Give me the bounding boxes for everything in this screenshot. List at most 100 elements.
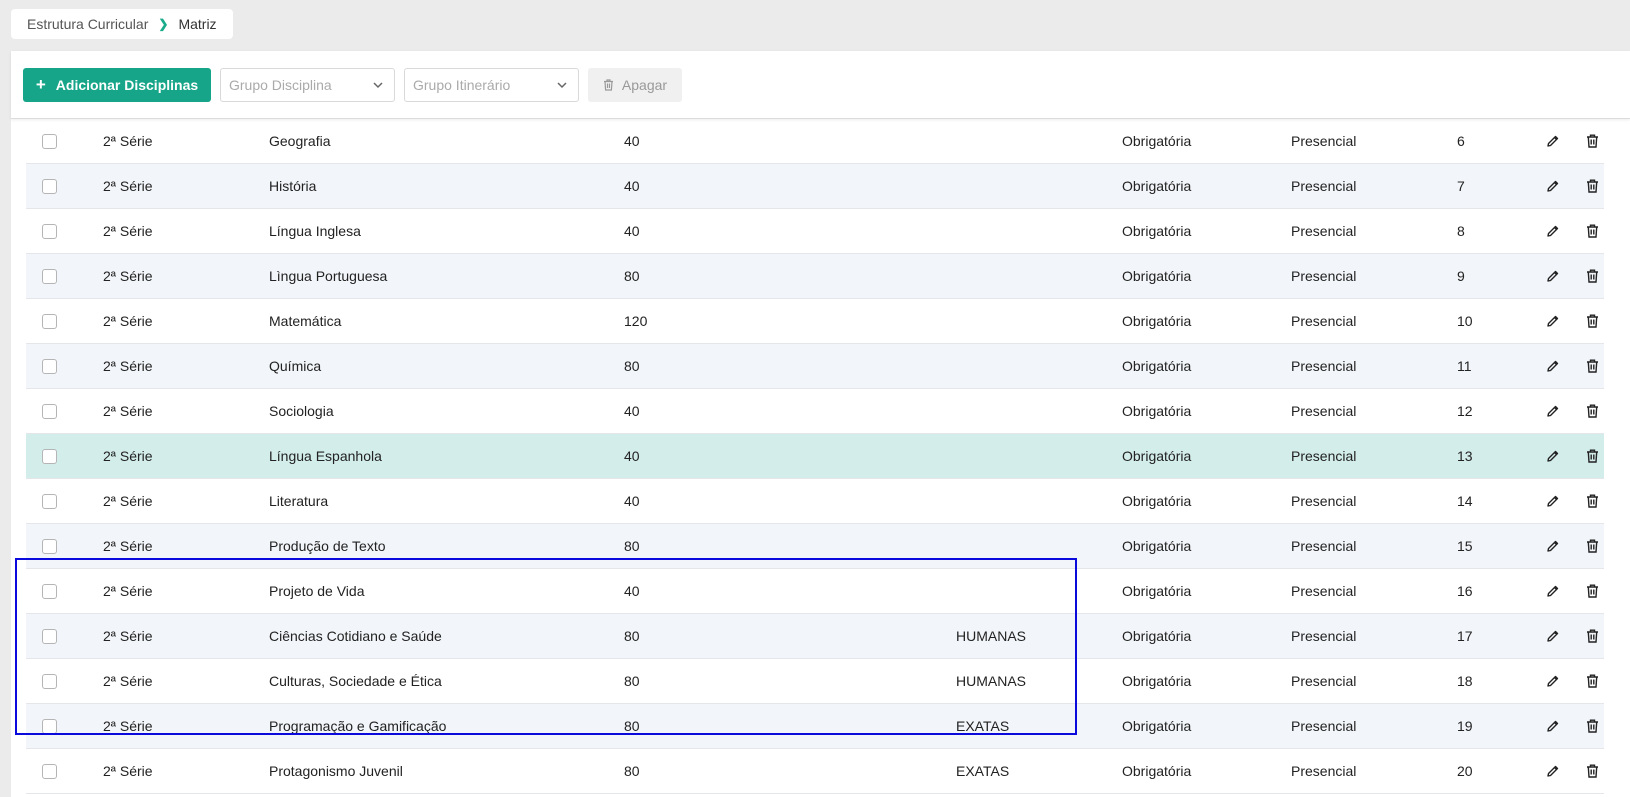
- table-row[interactable]: 2ª Série Geografia 40 Obrigatória Presencial…: [26, 119, 1604, 164]
- trash-icon[interactable]: [1586, 164, 1599, 208]
- modalidade-cell: Presencial: [1291, 628, 1357, 644]
- row-checkbox[interactable]: [42, 704, 58, 748]
- table-row[interactable]: 2ª Série Literatura 40 Obrigatória Presencia…: [26, 479, 1604, 524]
- edit-icon[interactable]: [1546, 164, 1560, 208]
- table-row[interactable]: 2ª Série Língua Inglesa 40 Obrigatória Prese…: [26, 209, 1604, 254]
- carga-horaria-cell: 40: [624, 583, 640, 599]
- ordem-cell: 19: [1457, 718, 1473, 734]
- carga-horaria-cell: 80: [624, 628, 640, 644]
- tipo-cell: Obrigatória: [1122, 358, 1192, 374]
- modalidade-cell: Presencial: [1291, 493, 1357, 509]
- tipo-cell: Obrigatória: [1122, 403, 1192, 419]
- trash-icon[interactable]: [1586, 344, 1599, 388]
- chevron-down-icon: [373, 81, 383, 88]
- breadcrumb-root[interactable]: Estrutura Curricular: [27, 16, 148, 32]
- modalidade-cell: Presencial: [1291, 403, 1357, 419]
- row-checkbox[interactable]: [42, 164, 58, 208]
- table-row[interactable]: 2ª Série Protagonismo Juvenil 80 EXATAS Obri…: [26, 749, 1604, 794]
- edit-icon[interactable]: [1546, 614, 1560, 658]
- trash-icon[interactable]: [1586, 569, 1599, 613]
- grupo-disciplina-placeholder: Grupo Disciplina: [229, 76, 332, 93]
- carga-horaria-cell: 80: [624, 358, 640, 374]
- table-row[interactable]: 2ª Série Produção de Texto 80 Obrigatória Pr…: [26, 524, 1604, 569]
- modalidade-cell: Presencial: [1291, 583, 1357, 599]
- row-checkbox[interactable]: [42, 479, 58, 523]
- row-checkbox[interactable]: [42, 749, 58, 793]
- disciplina-cell: Culturas, Sociedade e Ética: [269, 673, 442, 689]
- add-disciplines-button[interactable]: + Adicionar Disciplinas: [23, 67, 211, 102]
- tipo-cell: Obrigatória: [1122, 313, 1192, 329]
- trash-icon[interactable]: [1586, 749, 1599, 793]
- disciplina-cell: Sociologia: [269, 403, 334, 419]
- edit-icon[interactable]: [1546, 434, 1560, 478]
- trash-icon[interactable]: [1586, 209, 1599, 253]
- table-row[interactable]: 2ª Série Culturas, Sociedade e Ética 80 HUM…: [26, 659, 1604, 704]
- edit-icon[interactable]: [1546, 479, 1560, 523]
- carga-horaria-cell: 40: [624, 493, 640, 509]
- table-row[interactable]: 2ª Série Ciências Cotidiano e Saúde 80 HUMA…: [26, 614, 1604, 659]
- trash-icon[interactable]: [1586, 659, 1599, 703]
- trash-icon[interactable]: [1586, 434, 1599, 478]
- trash-icon[interactable]: [1586, 119, 1599, 163]
- table-row[interactable]: 2ª Série Lìngua Portuguesa 80 Obrigatória Pr…: [26, 254, 1604, 299]
- row-checkbox[interactable]: [42, 299, 58, 343]
- serie-cell: 2ª Série: [103, 268, 153, 284]
- carga-horaria-cell: 40: [624, 133, 640, 149]
- row-checkbox[interactable]: [42, 344, 58, 388]
- trash-icon[interactable]: [1586, 479, 1599, 523]
- row-checkbox[interactable]: [42, 389, 58, 433]
- table-row[interactable]: 2ª Série Projeto de Vida 40 Obrigatória Pres…: [26, 569, 1604, 614]
- chevron-down-icon: [557, 81, 567, 88]
- table-row[interactable]: 2ª Série Sociologia 40 Obrigatória Presencia…: [26, 389, 1604, 434]
- modalidade-cell: Presencial: [1291, 358, 1357, 374]
- table-row[interactable]: 2ª Série Programação e Gamificação 80 EXATA…: [26, 704, 1604, 749]
- edit-icon[interactable]: [1546, 119, 1560, 163]
- edit-icon[interactable]: [1546, 569, 1560, 613]
- ordem-cell: 8: [1457, 223, 1465, 239]
- edit-icon[interactable]: [1546, 704, 1560, 748]
- table-row[interactable]: 2ª Série Língua Espanhola 40 Obrigatória Pre…: [26, 434, 1604, 479]
- trash-icon[interactable]: [1586, 389, 1599, 433]
- edit-icon[interactable]: [1546, 209, 1560, 253]
- serie-cell: 2ª Série: [103, 403, 153, 419]
- trash-icon[interactable]: [1586, 299, 1599, 343]
- modalidade-cell: Presencial: [1291, 178, 1357, 194]
- chevron-right-icon: ❯: [158, 17, 169, 31]
- carga-horaria-cell: 40: [624, 223, 640, 239]
- trash-icon[interactable]: [1586, 704, 1599, 748]
- row-checkbox[interactable]: [42, 659, 58, 703]
- serie-cell: 2ª Série: [103, 628, 153, 644]
- edit-icon[interactable]: [1546, 749, 1560, 793]
- row-checkbox[interactable]: [42, 254, 58, 298]
- edit-icon[interactable]: [1546, 254, 1560, 298]
- grupo-cell: HUMANAS: [956, 673, 1027, 689]
- row-checkbox[interactable]: [42, 209, 58, 253]
- trash-icon[interactable]: [1586, 524, 1599, 568]
- edit-icon[interactable]: [1546, 299, 1560, 343]
- ordem-cell: 14: [1457, 493, 1473, 509]
- edit-icon[interactable]: [1546, 659, 1560, 703]
- delete-button[interactable]: Apagar: [588, 67, 682, 102]
- modalidade-cell: Presencial: [1291, 133, 1357, 149]
- edit-icon[interactable]: [1546, 524, 1560, 568]
- grupo-itinerario-select[interactable]: Grupo Itinerário: [404, 67, 579, 102]
- table-row[interactable]: 2ª Série História 40 Obrigatória Presencial 7: [26, 164, 1604, 209]
- table-row[interactable]: 2ª Série Química 80 Obrigatória Presencial 11: [26, 344, 1604, 389]
- trash-icon[interactable]: [1586, 254, 1599, 298]
- carga-horaria-cell: 40: [624, 178, 640, 194]
- edit-icon[interactable]: [1546, 344, 1560, 388]
- row-checkbox[interactable]: [42, 569, 58, 613]
- ordem-cell: 6: [1457, 133, 1465, 149]
- table-row[interactable]: 2ª Série Matemática 120 Obrigatória Presenci…: [26, 299, 1604, 344]
- row-checkbox[interactable]: [42, 434, 58, 478]
- grupo-disciplina-select[interactable]: Grupo Disciplina: [220, 67, 395, 102]
- trash-icon[interactable]: [1586, 614, 1599, 658]
- row-checkbox[interactable]: [42, 119, 58, 163]
- edit-icon[interactable]: [1546, 389, 1560, 433]
- tipo-cell: Obrigatória: [1122, 763, 1192, 779]
- tipo-cell: Obrigatória: [1122, 673, 1192, 689]
- tipo-cell: Obrigatória: [1122, 583, 1192, 599]
- row-checkbox[interactable]: [42, 524, 58, 568]
- disciplina-cell: Lìngua Portuguesa: [269, 268, 388, 284]
- row-checkbox[interactable]: [42, 614, 58, 658]
